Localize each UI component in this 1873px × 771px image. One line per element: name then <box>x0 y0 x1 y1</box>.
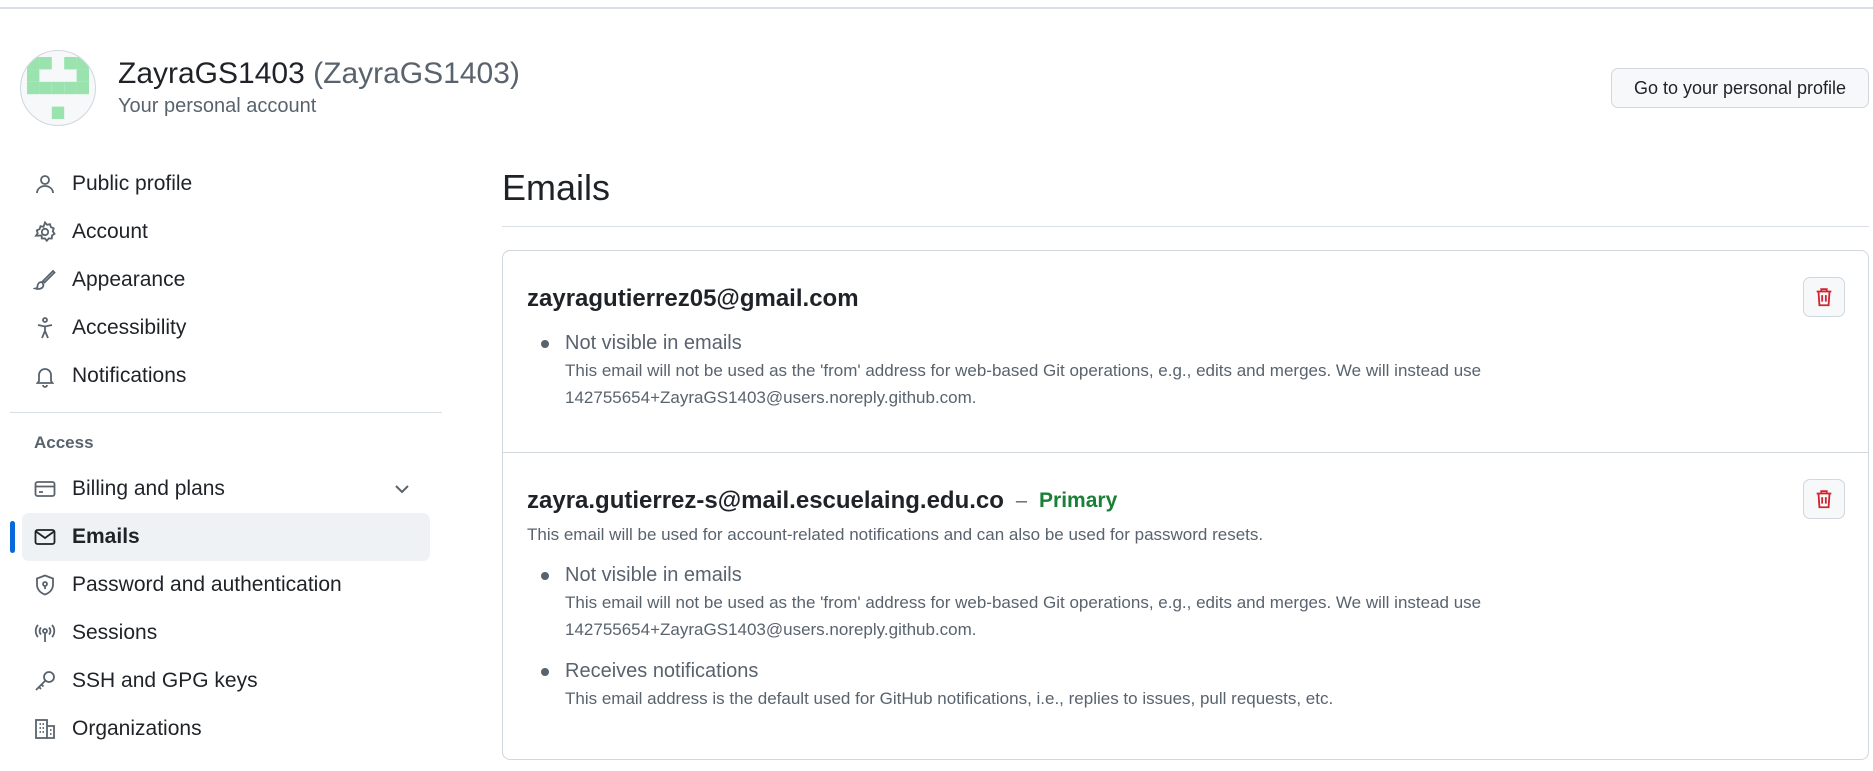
property-text: This email address is the default used f… <box>565 689 1334 708</box>
key-icon <box>32 668 58 694</box>
display-name: ZayraGS1403 <box>118 57 305 90</box>
login-name: (ZayraGS1403) <box>313 57 520 90</box>
sidebar-item-label: Accessibility <box>72 316 187 339</box>
account-subtitle: Your personal account <box>118 95 317 117</box>
email-property: Not visible in emails This email will no… <box>541 561 1844 643</box>
email-description: This email will be used for account-rela… <box>527 525 1264 544</box>
email-list: zayragutierrez05@gmail.com Not visible i… <box>502 250 1869 760</box>
property-title: Not visible in emails <box>565 564 742 586</box>
gear-icon <box>32 219 58 245</box>
email-property: Receives notifications This email addres… <box>541 657 1844 712</box>
sidebar-group-title: Access <box>34 433 94 452</box>
email-address: zayragutierrez05@gmail.com <box>527 285 859 312</box>
sidebar-item-label: Password and authentication <box>72 573 342 596</box>
shield-lock-icon <box>32 572 58 598</box>
trash-icon <box>1816 288 1832 307</box>
delete-email-button[interactable] <box>1803 479 1845 519</box>
sidebar-item-label: Organizations <box>72 717 202 740</box>
sidebar-item-label: Appearance <box>72 268 186 291</box>
mail-icon <box>32 524 58 550</box>
sidebar-item-label: Notifications <box>72 364 187 387</box>
sidebar-item-notifications[interactable]: Notifications <box>22 352 430 400</box>
email-item: zayra.gutierrez-s@mail.escuelaing.edu.co… <box>503 453 1868 759</box>
sidebar-item-ssh-gpg-keys[interactable]: SSH and GPG keys <box>22 657 430 705</box>
email-item: zayragutierrez05@gmail.com Not visible i… <box>503 251 1868 453</box>
title-divider <box>502 226 1869 227</box>
sidebar-item-label: SSH and GPG keys <box>72 669 258 692</box>
accessibility-icon <box>32 315 58 341</box>
account-name: ZayraGS1403 (ZayraGS1403) <box>118 56 520 92</box>
sidebar-item-label: Sessions <box>72 621 158 644</box>
sidebar-item-account[interactable]: Account <box>22 208 430 256</box>
sidebar-item-public-profile[interactable]: Public profile <box>22 160 430 208</box>
property-text: This email will not be used as the 'from… <box>565 593 1482 639</box>
sidebar-item-appearance[interactable]: Appearance <box>22 256 430 304</box>
sidebar-divider <box>10 412 442 413</box>
sidebar-item-label: Public profile <box>72 172 193 195</box>
broadcast-icon <box>32 620 58 646</box>
sidebar-item-billing[interactable]: Billing and plans <box>22 465 430 513</box>
sidebar-item-label: Emails <box>72 525 140 548</box>
property-text: This email will not be used as the 'from… <box>565 361 1482 407</box>
sidebar-item-organizations[interactable]: Organizations <box>22 705 430 753</box>
email-properties: Not visible in emails This email will no… <box>527 561 1844 712</box>
emails-main: Emails <box>502 160 1869 227</box>
sidebar-item-label: Account <box>72 220 148 243</box>
separator-dash: – <box>1015 489 1028 512</box>
go-to-profile-button[interactable]: Go to your personal profile <box>1611 68 1869 108</box>
top-divider <box>0 7 1873 9</box>
settings-sidebar: Public profile Account Appearance Access… <box>10 160 442 753</box>
property-title: Not visible in emails <box>565 332 742 354</box>
account-header: ZayraGS1403 (ZayraGS1403) Your personal … <box>20 50 520 126</box>
person-icon <box>32 171 58 197</box>
chevron-down-icon[interactable] <box>390 477 414 501</box>
email-property: Not visible in emails This email will no… <box>541 329 1844 411</box>
sidebar-item-password[interactable]: Password and authentication <box>22 561 430 609</box>
sidebar-item-accessibility[interactable]: Accessibility <box>22 304 430 352</box>
email-properties: Not visible in emails This email will no… <box>527 329 1844 411</box>
paintbrush-icon <box>32 267 58 293</box>
organization-icon <box>32 716 58 742</box>
sidebar-item-label: Billing and plans <box>72 477 225 500</box>
bell-icon <box>32 363 58 389</box>
credit-card-icon <box>32 476 58 502</box>
sidebar-item-emails[interactable]: Emails <box>10 513 430 561</box>
email-address: zayra.gutierrez-s@mail.escuelaing.edu.co <box>527 487 1004 514</box>
delete-email-button[interactable] <box>1803 277 1845 317</box>
trash-icon <box>1816 490 1832 509</box>
sidebar-item-sessions[interactable]: Sessions <box>22 609 430 657</box>
page-title: Emails <box>502 167 611 208</box>
property-title: Receives notifications <box>565 660 759 682</box>
identicon-image <box>27 57 89 119</box>
primary-badge: Primary <box>1039 489 1118 512</box>
avatar[interactable] <box>20 50 96 126</box>
